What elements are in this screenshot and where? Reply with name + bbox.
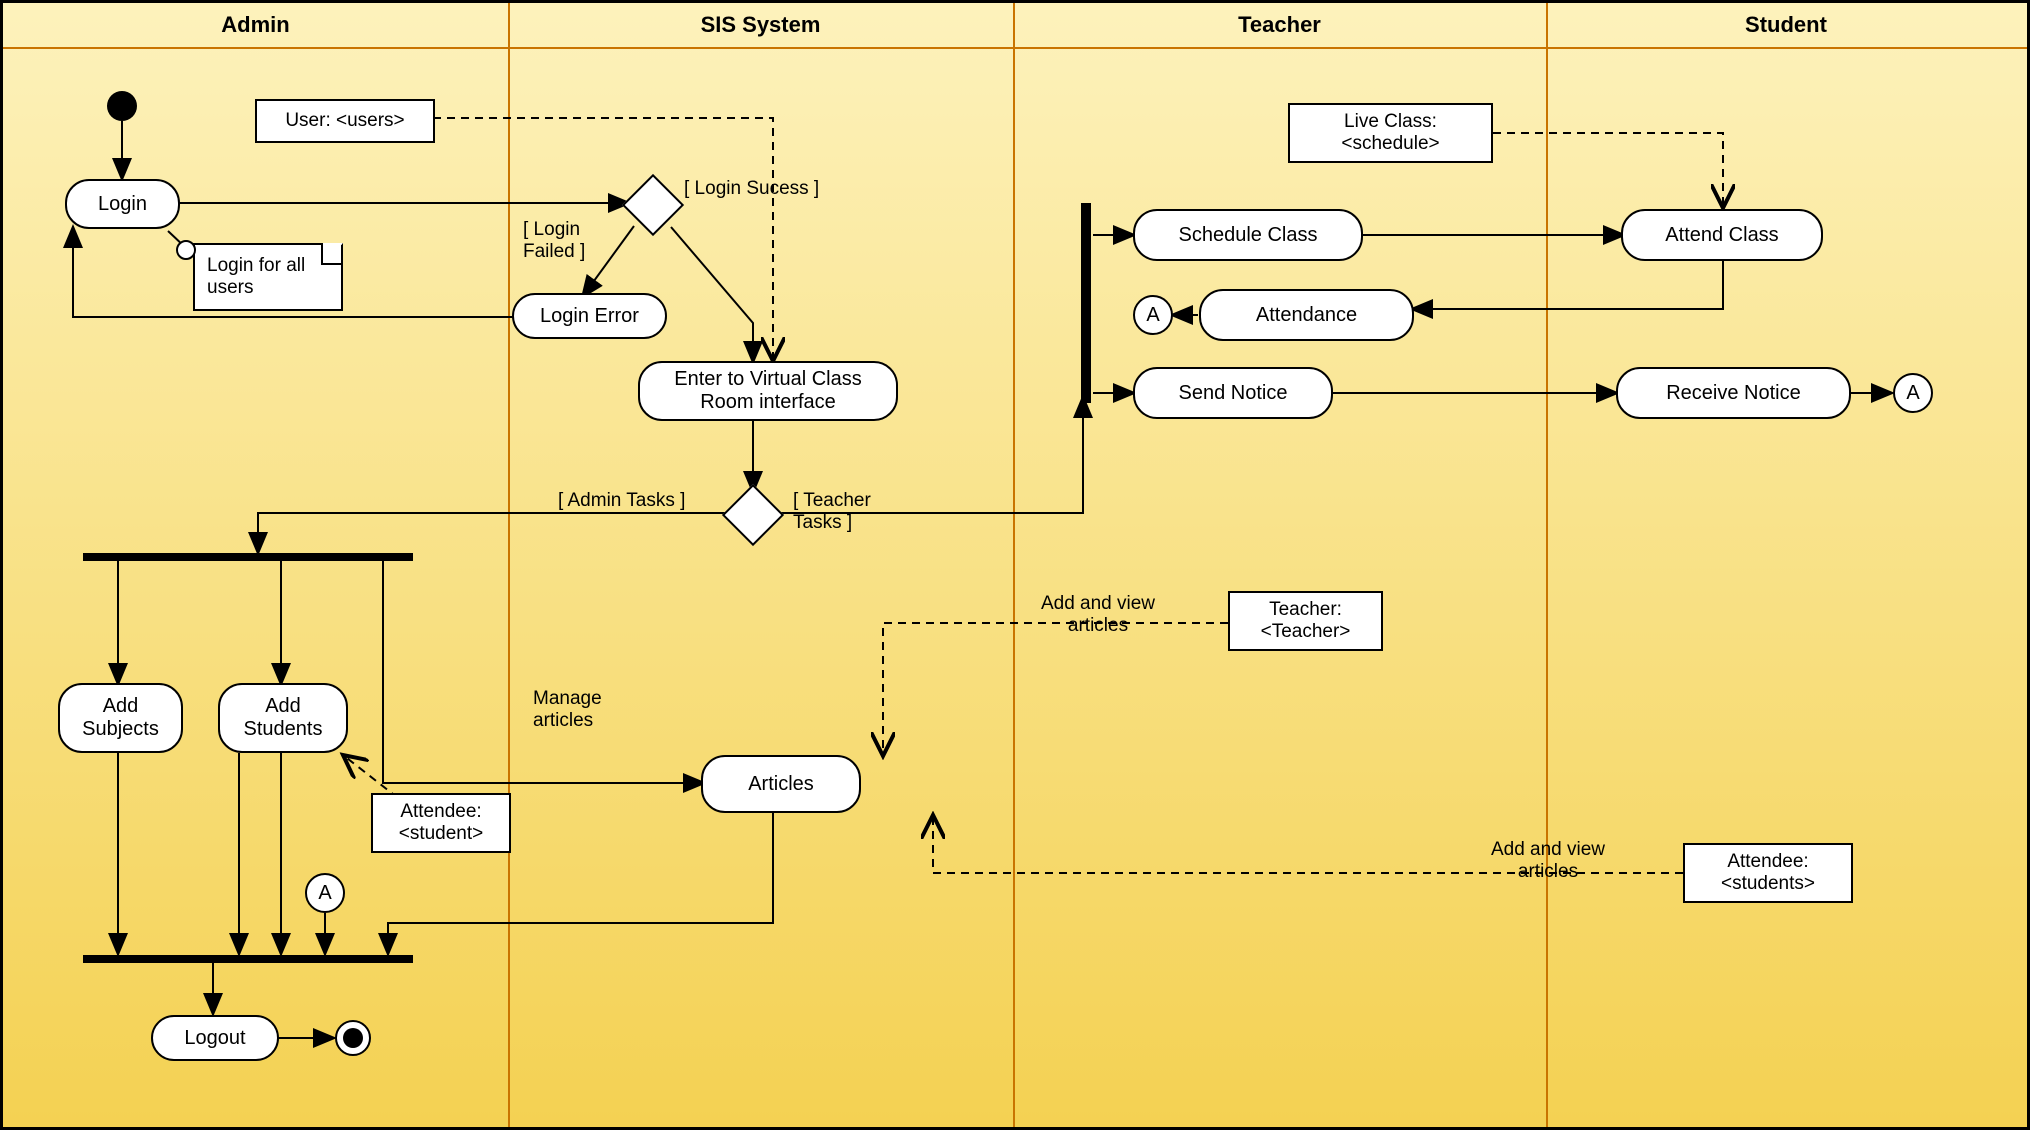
object-attendee-student: Attendee: <student> xyxy=(371,793,511,853)
activity-receive-notice: Receive Notice xyxy=(1616,367,1851,419)
activity-schedule-class: Schedule Class xyxy=(1133,209,1363,261)
activity-logout: Logout xyxy=(151,1015,279,1061)
object-teacher: Teacher: <Teacher> xyxy=(1228,591,1383,651)
lane-header-teacher: Teacher xyxy=(1013,3,1546,47)
activity-articles: Articles xyxy=(701,755,861,813)
final-node xyxy=(335,1020,371,1056)
lane-divider xyxy=(1013,3,1015,1127)
lane-header-admin: Admin xyxy=(3,3,508,47)
activity-add-subjects: Add Subjects xyxy=(58,683,183,753)
activity-attendance: Attendance xyxy=(1199,289,1414,341)
lane-divider xyxy=(508,3,510,1127)
decision-login xyxy=(622,174,684,236)
object-user: User: <users> xyxy=(255,99,435,143)
join-admin xyxy=(83,955,413,963)
diagram-inner: Admin SIS System Teacher Student xyxy=(3,3,2027,1127)
object-attendee-students: Attendee: <students> xyxy=(1683,843,1853,903)
decision-tasks xyxy=(722,484,784,546)
label-add-view-teacher: Add and view articles xyxy=(1028,593,1168,637)
lane-divider xyxy=(1546,3,1548,1127)
label-add-view-students: Add and view articles xyxy=(1473,839,1623,883)
activity-attend-class: Attend Class xyxy=(1621,209,1823,261)
activity-send-notice: Send Notice xyxy=(1133,367,1333,419)
lane-header-sis: SIS System xyxy=(508,3,1013,47)
object-live-class: Live Class: <schedule> xyxy=(1288,103,1493,163)
note-anchor-icon xyxy=(176,240,196,260)
connector-a-student: A xyxy=(1893,373,1933,413)
activity-login: Login xyxy=(65,179,180,229)
note-text: Login for all users xyxy=(207,255,305,298)
note-login-all: Login for all users xyxy=(193,243,343,311)
fork-admin xyxy=(83,553,413,561)
lane-header-student: Student xyxy=(1546,3,2026,47)
activity-enter-vcr: Enter to Virtual Class Room interface xyxy=(638,361,898,421)
connector-a-teacher: A xyxy=(1133,295,1173,335)
guard-admin-tasks: [ Admin Tasks ] xyxy=(558,490,685,512)
guard-login-success: [ Login Sucess ] xyxy=(684,178,819,200)
activity-login-error: Login Error xyxy=(512,293,667,339)
activity-add-students: Add Students xyxy=(218,683,348,753)
label-manage-articles: Manage articles xyxy=(533,688,623,732)
note-fold-icon xyxy=(321,243,343,265)
guard-teacher-tasks: [ Teacher Tasks ] xyxy=(793,490,893,534)
initial-node xyxy=(107,91,137,121)
guard-login-failed: [ Login Failed ] xyxy=(523,219,603,263)
diagram-canvas: Admin SIS System Teacher Student xyxy=(0,0,2030,1130)
fork-teacher xyxy=(1081,203,1091,403)
header-divider xyxy=(3,47,2027,49)
connector-a-admin: A xyxy=(305,873,345,913)
